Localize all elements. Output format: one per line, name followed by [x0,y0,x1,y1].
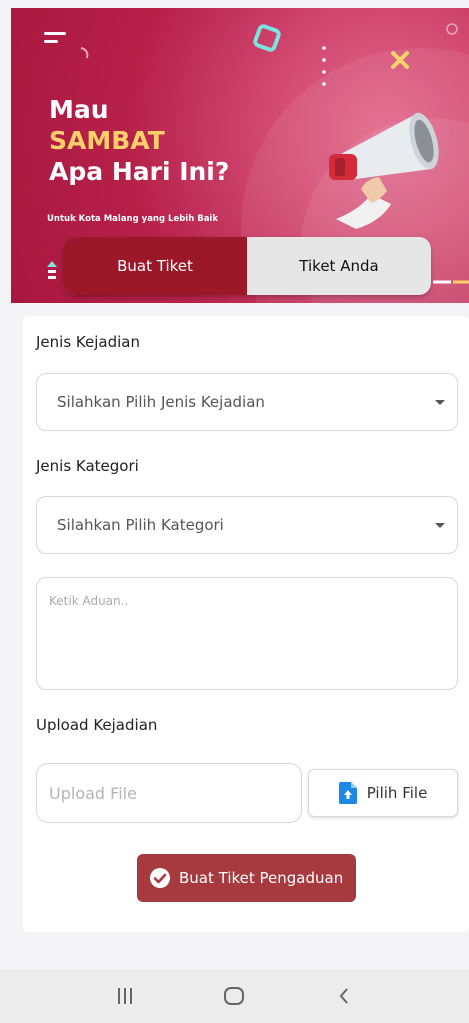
submit-ticket-button[interactable]: Buat Tiket Pengaduan [137,854,356,902]
megaphone-icon [329,112,439,229]
back-button[interactable] [324,976,364,1016]
hero-title-line2: SAMBAT [49,126,165,155]
recent-apps-button[interactable] [105,976,145,1016]
incident-type-value: Silahkan Pilih Jenis Kejadian [57,393,265,411]
upload-label: Upload Kejadian [36,716,158,734]
hero-title: Mau SAMBAT Apa Hari Ini? [49,94,229,187]
chevron-down-icon [435,523,445,528]
tab-bar: Buat Tiket Tiket Anda [63,237,431,295]
hero-title-line1: Mau [49,95,109,124]
recent-apps-icon [117,988,132,1004]
file-upload-icon [338,782,357,804]
check-circle-icon [150,868,170,888]
app-screen: Mau SAMBAT Apa Hari Ini? Untuk Kota Mala… [0,0,469,1023]
hero-title-line3: Apa Hari Ini? [49,157,230,186]
complaint-textarea[interactable]: Ketik Aduan.. [36,577,458,690]
incident-type-label: Jenis Kejadian [36,333,140,351]
complaint-placeholder: Ketik Aduan.. [49,594,129,608]
home-icon [224,987,245,1005]
submit-label: Buat Tiket Pengaduan [179,869,344,887]
hero-subtitle: Untuk Kota Malang yang Lebih Baik [47,214,218,224]
pick-file-label: Pilih File [366,784,428,802]
tab-buat-tiket[interactable]: Buat Tiket [63,237,247,295]
category-label: Jenis Kategori [36,457,139,475]
tab-tiket-anda[interactable]: Tiket Anda [247,237,431,295]
back-icon [339,988,348,1004]
upload-placeholder: Upload File [49,783,137,803]
incident-type-select[interactable]: Silahkan Pilih Jenis Kejadian [36,373,458,431]
swap-icon [47,261,57,279]
home-button[interactable] [214,976,254,1016]
upload-file-input[interactable]: Upload File [36,763,302,823]
pick-file-button[interactable]: Pilih File [308,769,458,817]
category-value: Silahkan Pilih Kategori [57,516,224,534]
system-nav-bar [0,969,469,1023]
chevron-down-icon [435,400,445,405]
category-select[interactable]: Silahkan Pilih Kategori [36,496,458,554]
